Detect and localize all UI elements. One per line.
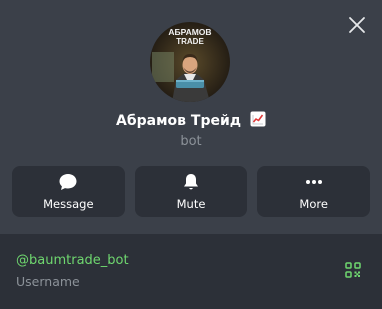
avatar[interactable]: АБРАМОВ TRADE <box>150 22 230 102</box>
username-label: Username <box>16 274 80 289</box>
message-button[interactable]: Message <box>12 166 125 217</box>
more-dots-icon <box>305 180 322 184</box>
chart-increasing-emoji <box>250 111 266 127</box>
qr-code-icon <box>345 262 361 278</box>
close-button[interactable] <box>348 16 366 34</box>
profile-name-text: Абрамов Трейд <box>116 113 242 129</box>
more-button[interactable]: More <box>257 166 371 217</box>
info-section: @baumtrade_bot Username <box>0 234 382 309</box>
message-bubble-icon <box>59 174 77 190</box>
mute-button[interactable]: Mute <box>134 166 248 217</box>
profile-subtitle: bot <box>180 134 202 149</box>
qr-code-button[interactable] <box>345 262 361 278</box>
more-button-label: More <box>299 197 328 211</box>
profile-name: Абрамов Трейд <box>0 111 382 129</box>
username-value[interactable]: @baumtrade_bot <box>16 253 129 268</box>
bell-icon <box>184 174 198 190</box>
avatar-text-line1: АБРАМОВ <box>168 27 211 37</box>
profile-panel: АБРАМОВ TRADE Абрамов Трейд bot Message <box>0 0 382 309</box>
avatar-text-line2: TRADE <box>176 37 204 46</box>
close-icon <box>349 17 365 33</box>
mute-button-label: Mute <box>176 197 206 211</box>
message-button-label: Message <box>43 197 94 211</box>
action-buttons: Message Mute More <box>12 166 371 217</box>
